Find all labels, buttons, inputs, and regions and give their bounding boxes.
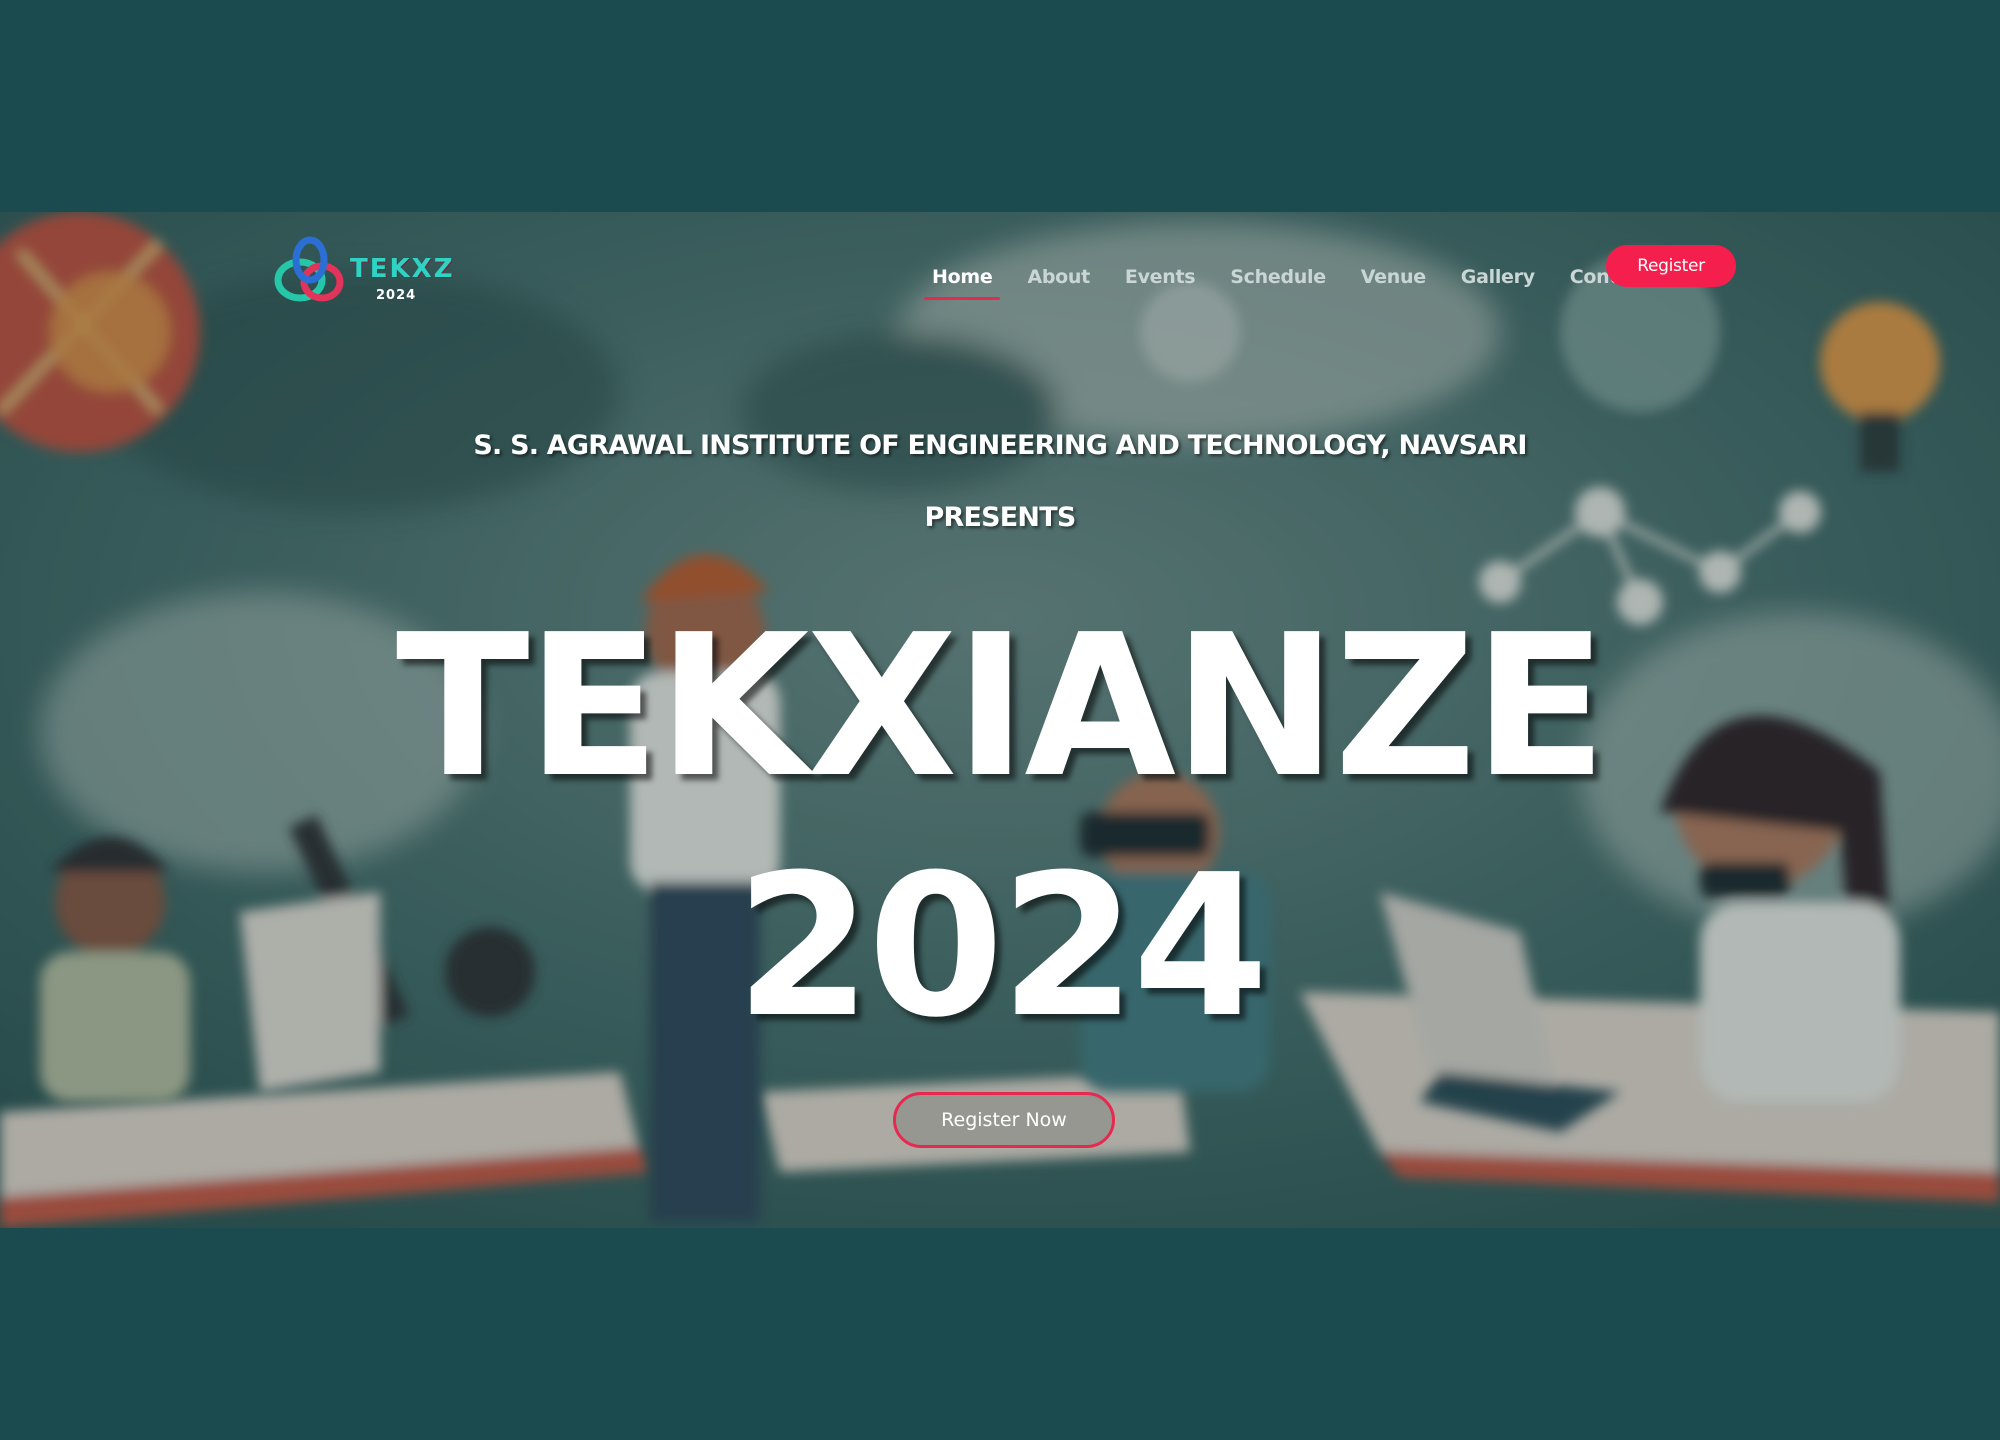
page: TEKXZ 2024 Home About Events Schedule Ve…: [0, 0, 2000, 1440]
register-button[interactable]: Register: [1606, 245, 1736, 287]
nav-item-gallery[interactable]: Gallery: [1459, 252, 1537, 300]
event-title: TEKXIANZE: [395, 593, 1607, 821]
institute-name: S. S. AGRAWAL INSTITUTE OF ENGINEERING A…: [473, 430, 1527, 461]
interlocking-rings-logo-icon: [274, 236, 344, 302]
logo-year: 2024: [376, 288, 417, 303]
nav-item-events[interactable]: Events: [1123, 252, 1197, 300]
nav-item-venue[interactable]: Venue: [1359, 252, 1428, 300]
register-now-button[interactable]: Register Now: [893, 1092, 1115, 1148]
site-logo[interactable]: TEKXZ 2024: [272, 232, 453, 310]
nav-item-about[interactable]: About: [1025, 252, 1091, 300]
main-nav: Home About Events Schedule Venue Gallery…: [923, 252, 1683, 300]
event-year: 2024: [735, 833, 1269, 1061]
logo-wordmark: TEKXZ: [350, 254, 455, 284]
hero-section: TEKXZ 2024 Home About Events Schedule Ve…: [0, 212, 2000, 1228]
nav-item-home[interactable]: Home: [923, 252, 1001, 300]
nav-item-schedule[interactable]: Schedule: [1228, 252, 1328, 300]
presents-label: PRESENTS: [924, 502, 1077, 533]
